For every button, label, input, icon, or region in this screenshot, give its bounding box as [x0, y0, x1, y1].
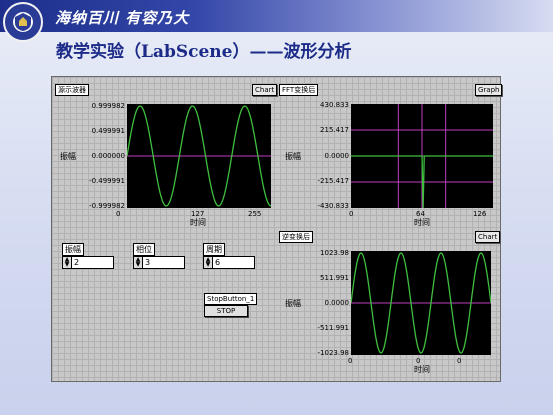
fft-ytick: -215.417 — [317, 177, 349, 185]
source-ytick: 0.999982 — [91, 102, 125, 110]
source-ytick: -0.499991 — [89, 177, 125, 185]
amplitude-label: 振幅 — [62, 243, 84, 256]
phase-input[interactable]: ▲ ▼ 3 — [133, 256, 185, 269]
source-ytick: 0.000000 — [91, 152, 125, 160]
period-value: 6 — [215, 258, 221, 267]
phase-stepper[interactable]: ▲ ▼ — [134, 257, 143, 268]
inverse-ytick: 511.991 — [320, 274, 349, 282]
fft-ytick: -430.833 — [317, 202, 349, 210]
inverse-xtick: 0 — [457, 357, 462, 365]
amplitude-input[interactable]: ▲ ▼ 2 — [62, 256, 114, 269]
fft-spectrum — [351, 104, 493, 209]
source-ytick: -0.999982 — [89, 202, 125, 210]
source-chart-button[interactable]: Chart — [252, 84, 278, 96]
inverse-ytick: -511.991 — [317, 324, 349, 332]
fft-plot-area — [351, 104, 493, 209]
fft-xtick: 0 — [349, 210, 354, 218]
period-stepper[interactable]: ▲ ▼ — [204, 257, 213, 268]
source-plot-area — [126, 104, 272, 208]
fft-ylabel: 振幅 — [285, 152, 301, 161]
source-xtick: 255 — [248, 210, 262, 218]
source-waveform — [126, 105, 272, 207]
inverse-ylabel: 振幅 — [285, 299, 301, 308]
phase-label: 相位 — [133, 243, 155, 256]
amplitude-stepper[interactable]: ▲ ▼ — [63, 257, 72, 268]
inverse-plot-label: 逆变换后 — [279, 231, 313, 243]
source-plot-label: 源示波器 — [55, 84, 89, 96]
phase-value: 3 — [145, 258, 151, 267]
inverse-waveform — [350, 252, 492, 354]
university-logo — [3, 2, 43, 42]
fft-ytick: 0.0000 — [324, 152, 350, 160]
period-input[interactable]: ▲ ▼ 6 — [203, 256, 255, 269]
fft-ytick: 430.833 — [320, 101, 349, 109]
fft-xlabel: 时间 — [414, 218, 430, 227]
school-motto: 海纳百川 有容乃大 — [55, 9, 190, 27]
stop-button[interactable]: STOP — [204, 305, 248, 317]
labscene-panel: 源示波器 Chart 振幅 0.999982 0.499991 0.000000… — [51, 76, 503, 382]
inverse-plot-area — [350, 251, 492, 355]
inverse-ytick: -1023.98 — [317, 349, 349, 357]
stop-button-label: StopButton_1 — [204, 293, 258, 305]
source-xtick: 0 — [116, 210, 121, 218]
source-ylabel: 振幅 — [60, 152, 76, 161]
fft-xtick: 126 — [473, 210, 487, 218]
inverse-xtick: 0 — [348, 357, 353, 365]
source-xlabel: 时间 — [190, 218, 206, 227]
amplitude-value: 2 — [74, 258, 80, 267]
inverse-xlabel: 时间 — [414, 365, 430, 374]
inverse-chart-button[interactable]: Chart — [475, 231, 501, 243]
fft-plot-label: FFT变换后 — [279, 84, 319, 96]
fft-ytick: 215.417 — [320, 126, 349, 134]
fft-graph-button[interactable]: Graph — [475, 84, 503, 96]
slide-title: 教学实验（LabScene）——波形分析 — [56, 42, 352, 62]
inverse-ytick: 1023.98 — [320, 249, 349, 257]
source-ytick: 0.499991 — [91, 127, 125, 135]
inverse-ytick: 0.0000 — [324, 299, 350, 307]
period-label: 周期 — [203, 243, 225, 256]
